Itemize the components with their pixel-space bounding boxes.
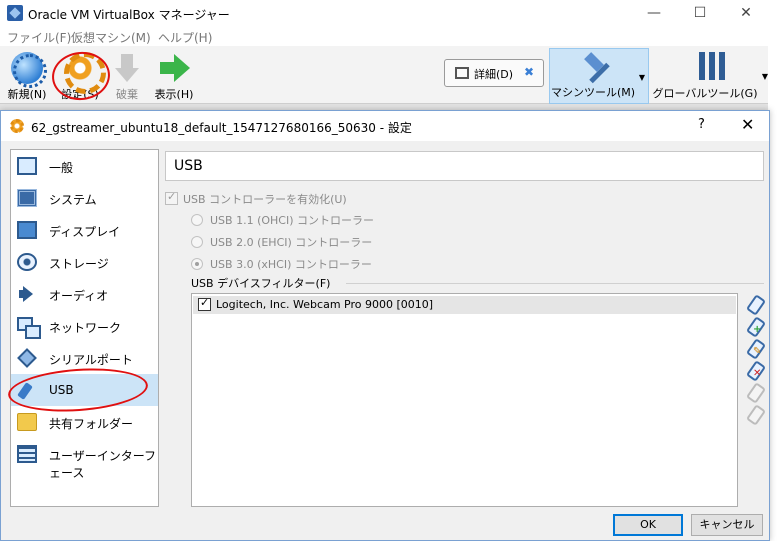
radio-label: USB 3.0 (xHCI) コントローラー	[210, 258, 372, 271]
disk-icon	[17, 253, 37, 271]
menu-machine[interactable]: 仮想マシン(M)	[71, 29, 151, 46]
radio-icon	[191, 214, 203, 226]
enable-usb-label: USB コントローラーを有効化(U)	[183, 193, 347, 206]
machine-tools-button[interactable]: マシンツール(M) ▼	[549, 48, 649, 104]
help-button[interactable]: ?	[698, 117, 705, 132]
add-device-filter-icon[interactable]: +	[745, 317, 763, 335]
show-button[interactable]: 表示(H)	[149, 50, 199, 102]
machine-tools-label: マシンツール(M)	[550, 86, 636, 99]
separator-line	[346, 283, 764, 284]
hammer-icon	[583, 53, 615, 85]
checkbox-icon	[165, 190, 178, 205]
chevron-down-icon[interactable]: ▼	[639, 73, 645, 82]
remove-filter-icon[interactable]: ✕	[745, 361, 763, 379]
category-usb[interactable]: USB	[11, 374, 158, 406]
global-tools-button[interactable]: グローバルツール(G) ▼	[652, 48, 770, 104]
settings-dialog: 62_gstreamer_ubuntu18_default_1547127680…	[0, 110, 770, 541]
list-item[interactable]: Logitech, Inc. Webcam Pro 9000 [0010]	[193, 296, 736, 314]
main-window-titlebar: Oracle VM VirtualBox マネージャー — ☐ ✕	[0, 0, 777, 26]
details-button-label: 詳細(D)	[474, 68, 514, 81]
category-label: USB	[49, 383, 74, 397]
category-general[interactable]: 一般	[11, 150, 158, 182]
radio-selected-icon	[191, 258, 203, 270]
close-dialog-button[interactable]: ✕	[741, 115, 754, 134]
category-label: 共有フォルダー	[49, 417, 134, 431]
category-label: ネットワーク	[49, 321, 122, 335]
add-empty-filter-icon[interactable]	[745, 295, 763, 313]
monitor-icon	[17, 157, 37, 175]
chip-icon	[17, 189, 37, 207]
usb-icon	[17, 381, 37, 399]
new-button[interactable]: 新規(N)	[2, 50, 52, 102]
main-window-title: Oracle VM VirtualBox マネージャー	[28, 8, 230, 22]
dialog-titlebar: 62_gstreamer_ubuntu18_default_1547127680…	[1, 111, 769, 141]
move-up-filter-icon[interactable]	[745, 383, 763, 401]
radio-label: USB 2.0 (EHCI) コントローラー	[210, 236, 373, 249]
category-label: ディスプレイ	[49, 225, 121, 239]
radio-icon	[191, 236, 203, 248]
filter-checkbox[interactable]	[198, 296, 211, 311]
serial-port-icon	[17, 348, 37, 368]
category-label: シリアルポート	[49, 353, 133, 367]
category-list: 一般 システム ディスプレイ ストレージ オーディオ ネットワーク シリアルポー…	[10, 149, 159, 507]
category-label: ユーザーインターフェース	[49, 449, 157, 480]
category-user-interface[interactable]: ユーザーインターフェース	[11, 438, 158, 480]
details-icon	[455, 67, 469, 79]
category-label: オーディオ	[49, 289, 109, 303]
close-window-button[interactable]: ✕	[724, 2, 768, 24]
new-machine-icon	[11, 52, 47, 88]
category-system[interactable]: システム	[11, 182, 158, 214]
maximize-button[interactable]: ☐	[678, 2, 722, 24]
discard-button[interactable]: 破棄	[102, 50, 152, 102]
dialog-title: 62_gstreamer_ubuntu18_default_1547127680…	[31, 121, 412, 135]
category-shared-folders[interactable]: 共有フォルダー	[11, 406, 158, 438]
menu-file[interactable]: ファイル(F)	[7, 29, 71, 46]
minimize-button[interactable]: —	[632, 2, 676, 24]
section-title-text: USB	[174, 158, 203, 174]
radio-label: USB 1.1 (OHCI) コントローラー	[210, 214, 375, 227]
new-button-label: 新規(N)	[7, 88, 47, 101]
edit-filter-icon[interactable]: ✎	[745, 339, 763, 357]
move-down-filter-icon[interactable]	[745, 405, 763, 423]
details-button[interactable]: 詳細(D) ✖	[444, 59, 544, 87]
virtualbox-app-icon	[7, 5, 23, 21]
category-storage[interactable]: ストレージ	[11, 246, 158, 278]
category-label: 一般	[49, 161, 74, 175]
main-toolbar: 新規(N) 設定(S) 破棄 表示(H) 詳細(D) ✖ マシンツール(M) ▼…	[0, 46, 777, 104]
ok-button[interactable]: OK	[613, 514, 683, 536]
folder-icon	[17, 413, 37, 431]
section-title: USB	[165, 151, 764, 181]
gear-icon	[10, 119, 24, 133]
usb-filter-list[interactable]: Logitech, Inc. Webcam Pro 9000 [0010]	[191, 293, 738, 507]
display-icon	[17, 221, 37, 239]
user-interface-icon	[17, 445, 37, 463]
show-button-label: 表示(H)	[154, 88, 194, 101]
tools-icon	[695, 50, 727, 82]
pin-icon: ✖	[524, 65, 535, 79]
category-label: システム	[49, 193, 97, 207]
global-tools-label: グローバルツール(G)	[652, 87, 758, 100]
speaker-icon	[17, 285, 37, 303]
category-display[interactable]: ディスプレイ	[11, 214, 158, 246]
menu-help[interactable]: ヘルプ(H)	[158, 29, 212, 46]
usb-filters-label: USB デバイスフィルター(F)	[191, 277, 331, 290]
category-label: ストレージ	[49, 257, 109, 271]
category-audio[interactable]: オーディオ	[11, 278, 158, 310]
filter-label: Logitech, Inc. Webcam Pro 9000 [0010]	[216, 298, 434, 311]
category-serial-ports[interactable]: シリアルポート	[11, 342, 158, 374]
discard-button-label: 破棄	[116, 88, 138, 101]
gear-icon	[64, 52, 106, 94]
main-menubar: ファイル(F) 仮想マシン(M) ヘルプ(H)	[0, 26, 777, 46]
network-icon	[17, 317, 41, 339]
show-arrow-icon	[158, 52, 190, 84]
settings-button[interactable]: 設定(S)	[55, 50, 106, 102]
cancel-button[interactable]: キャンセル	[691, 514, 763, 536]
discard-arrow-icon	[111, 52, 143, 84]
category-network[interactable]: ネットワーク	[11, 310, 158, 342]
